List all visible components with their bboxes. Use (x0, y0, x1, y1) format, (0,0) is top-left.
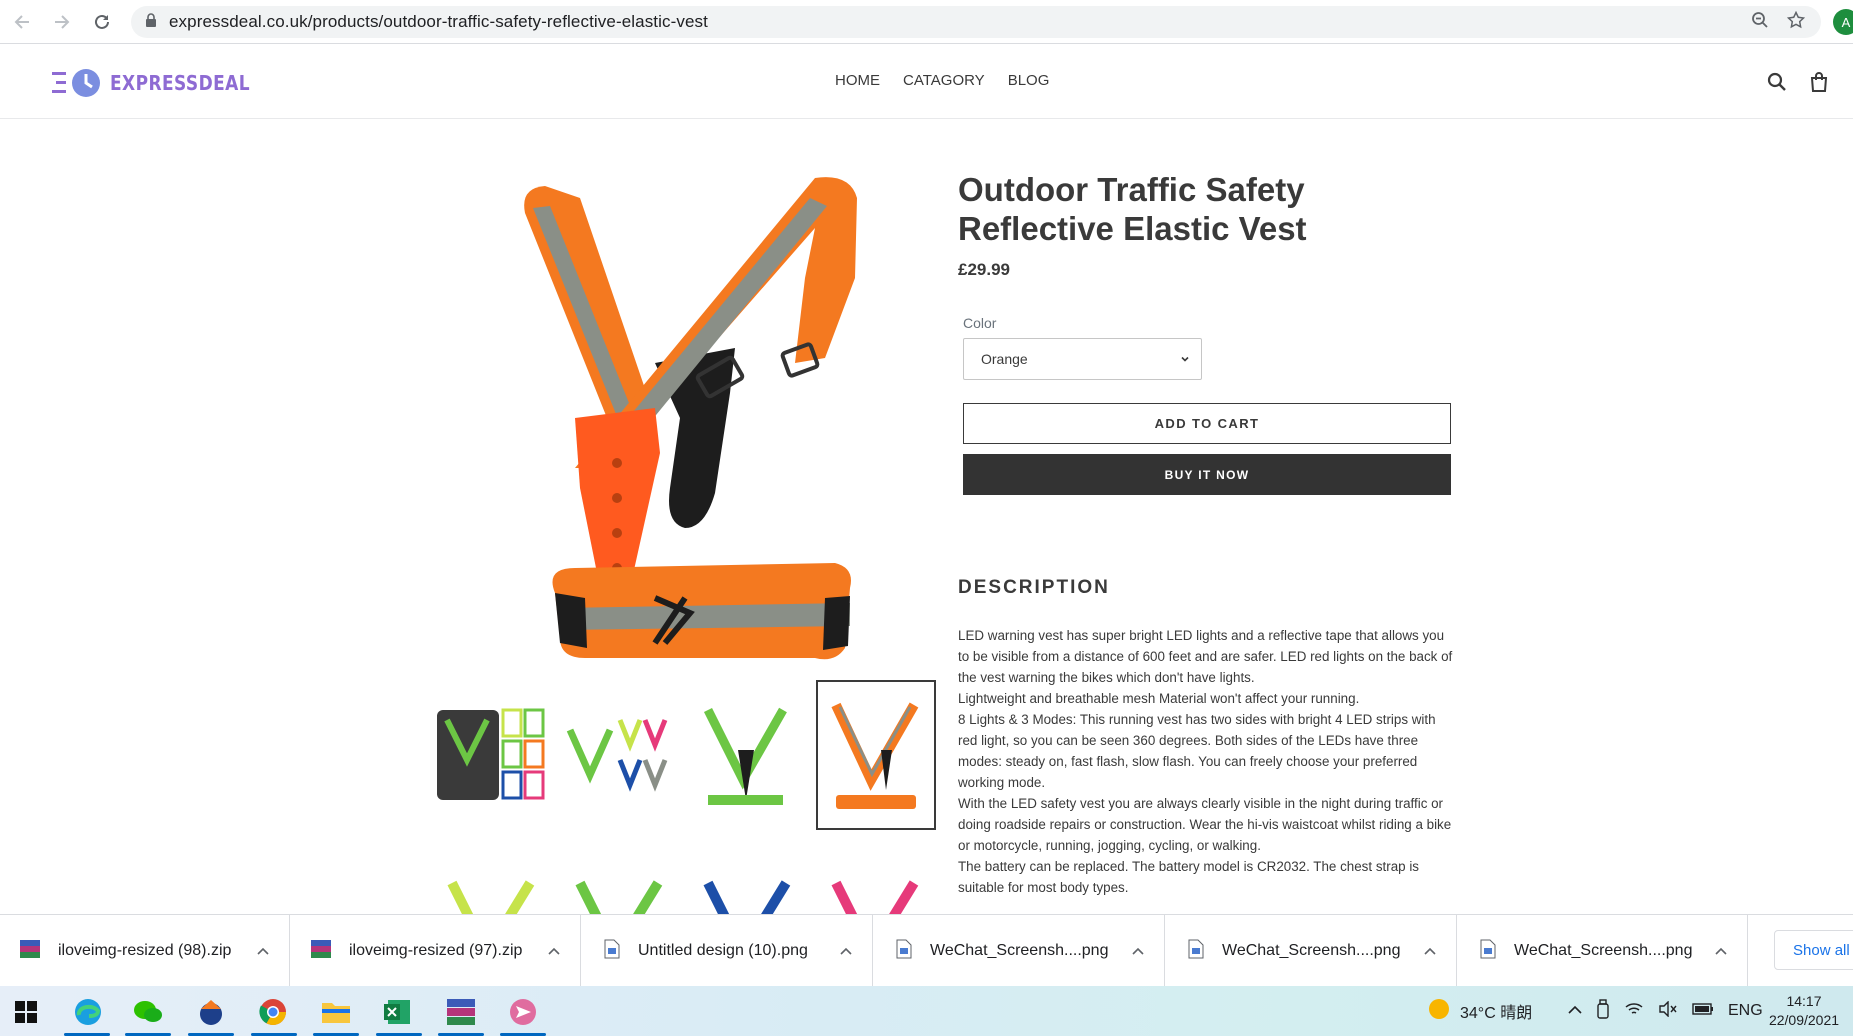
download-item[interactable]: iloveimg-resized (98).zip (0, 915, 290, 987)
wifi-icon[interactable] (1624, 1001, 1644, 1022)
winrar-icon (311, 939, 331, 963)
sun-icon (1428, 998, 1450, 1025)
excel-icon[interactable] (382, 996, 414, 1028)
chevron-up-icon[interactable] (840, 943, 852, 961)
download-item[interactable]: WeChat_Screensh....png (874, 915, 1165, 987)
downloads-bar: iloveimg-resized (98).zip iloveimg-resiz… (0, 914, 1853, 987)
color-label: Color (963, 315, 997, 331)
image-file-icon (1188, 939, 1204, 964)
description-body: LED warning vest has super bright LED li… (958, 625, 1458, 898)
chevron-up-icon[interactable] (1132, 943, 1144, 961)
wechat-icon[interactable] (132, 996, 164, 1028)
description-paragraph: 8 Lights & 3 Modes: This running vest ha… (958, 712, 1436, 790)
chevron-up-icon[interactable] (257, 943, 269, 961)
lock-icon (145, 12, 157, 32)
site-logo[interactable]: EXPRESSDEAL (52, 67, 275, 99)
chevron-up-icon[interactable] (548, 943, 560, 961)
chevron-up-icon[interactable] (1715, 943, 1727, 961)
chrome-icon[interactable] (257, 996, 289, 1028)
color-select[interactable]: Orange (963, 338, 1202, 380)
reload-icon[interactable] (82, 0, 122, 44)
image-file-icon (604, 939, 620, 964)
back-icon[interactable] (2, 0, 42, 44)
system-clock[interactable]: 14:17 22/09/2021 (1764, 992, 1844, 1030)
profile-avatar[interactable]: A (1833, 9, 1853, 35)
weather-widget[interactable]: 34°C 晴朗 (1428, 986, 1532, 1036)
image-file-icon (896, 939, 912, 964)
clock-logo-icon (52, 67, 104, 99)
nav-catagory[interactable]: CATAGORY (903, 72, 985, 89)
product-price: £29.99 (958, 260, 1010, 279)
chevron-up-icon[interactable] (1568, 1002, 1582, 1020)
add-to-cart-button[interactable]: ADD TO CART (963, 403, 1451, 444)
cart-bag-icon[interactable] (1809, 72, 1829, 97)
download-item[interactable]: iloveimg-resized (97).zip (291, 915, 581, 987)
nav-home[interactable]: HOME (835, 72, 880, 89)
nav-blog[interactable]: BLOG (1008, 72, 1050, 89)
logo-text: EXPRESSDEAL (110, 71, 250, 95)
thumbnail-1[interactable] (432, 680, 552, 830)
image-file-icon (1480, 939, 1496, 964)
thumbnail-2[interactable] (560, 680, 680, 830)
volume-muted-icon[interactable] (1658, 999, 1678, 1022)
windows-taskbar: 34°C 晴朗 ENG 14:17 22/09/2021 (0, 986, 1853, 1036)
weather-text: 34°C 晴朗 (1460, 1005, 1533, 1022)
description-paragraph: LED warning vest has super bright LED li… (958, 628, 1453, 685)
description-paragraph: Lightweight and breathable mesh Material… (958, 691, 1360, 706)
usb-drive-icon[interactable] (1596, 998, 1610, 1024)
site-header: EXPRESSDEAL HOME CATAGORY BLOG (0, 45, 1853, 119)
description-paragraph: With the LED safety vest you are always … (958, 796, 1452, 853)
url-text: expressdeal.co.uk/products/outdoor-traff… (169, 12, 708, 31)
product-title-line1: Outdoor Traffic Safety (958, 171, 1305, 208)
clock-date: 22/09/2021 (1768, 1012, 1840, 1028)
battery-icon[interactable] (1692, 1002, 1714, 1020)
show-all-downloads-button[interactable]: Show all (1774, 930, 1853, 970)
app-fox-icon[interactable] (195, 996, 227, 1028)
zoom-icon[interactable] (1751, 11, 1769, 34)
winrar-icon[interactable] (445, 996, 477, 1028)
thumbnail-4-selected[interactable] (816, 680, 936, 830)
windows-start-icon[interactable] (10, 996, 42, 1028)
download-item[interactable]: WeChat_Screensh....png (1458, 915, 1748, 987)
main-nav: HOME CATAGORY BLOG (835, 72, 1049, 89)
thumbnail-3[interactable] (688, 680, 808, 830)
chevron-down-icon (1179, 352, 1191, 368)
language-indicator[interactable]: ENG (1728, 1002, 1763, 1020)
app-send-icon[interactable] (507, 996, 539, 1028)
bookmark-star-icon[interactable] (1786, 10, 1806, 34)
product-title-line2: Reflective Elastic Vest (958, 210, 1307, 247)
system-tray: ENG (1568, 986, 1763, 1036)
forward-icon[interactable] (42, 0, 82, 44)
color-select-value: Orange (981, 351, 1028, 367)
buy-it-now-button[interactable]: BUY IT NOW (963, 454, 1451, 495)
product-title: Outdoor Traffic Safety Reflective Elasti… (958, 170, 1378, 248)
file-explorer-icon[interactable] (320, 996, 352, 1028)
clock-time: 14:17 (1786, 993, 1822, 1009)
search-icon[interactable] (1767, 72, 1787, 97)
browser-toolbar: expressdeal.co.uk/products/outdoor-traff… (0, 0, 1853, 44)
download-item[interactable]: Untitled design (10).png (582, 915, 873, 987)
address-bar[interactable]: expressdeal.co.uk/products/outdoor-traff… (131, 6, 1821, 38)
product-main-image[interactable] (505, 168, 875, 668)
download-item[interactable]: WeChat_Screensh....png (1166, 915, 1457, 987)
edge-browser-icon[interactable] (72, 996, 104, 1028)
winrar-icon (20, 939, 40, 963)
description-paragraph: The battery can be replaced. The battery… (958, 859, 1419, 895)
description-heading: DESCRIPTION (958, 577, 1110, 598)
chevron-up-icon[interactable] (1424, 943, 1436, 961)
